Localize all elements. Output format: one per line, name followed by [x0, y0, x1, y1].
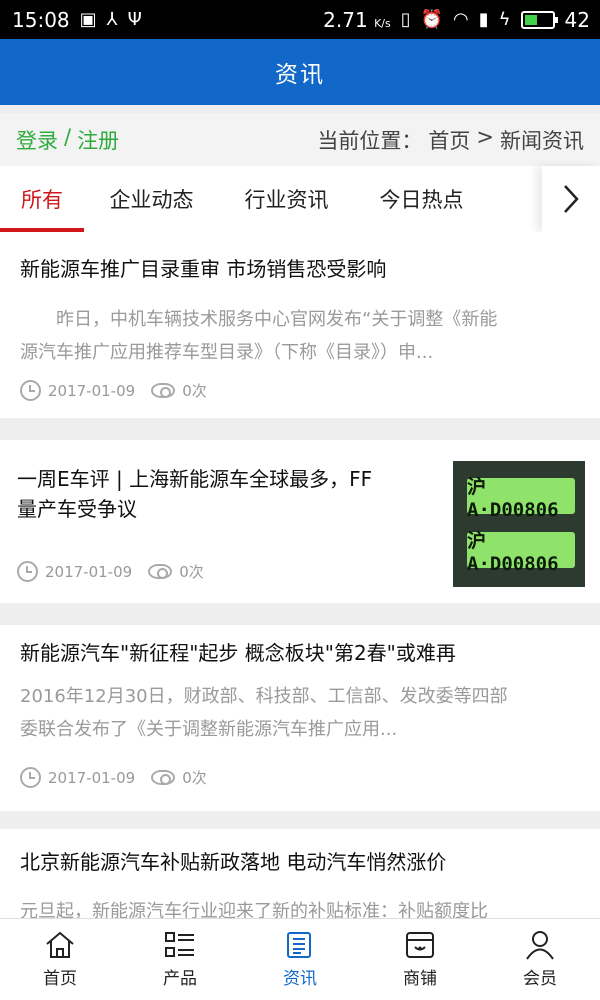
nav-label: 产品: [163, 969, 197, 989]
nav-news[interactable]: 资讯: [240, 919, 360, 1000]
article-views: 0次: [182, 769, 207, 787]
clock-icon: [20, 380, 41, 401]
nav-member[interactable]: 会员: [480, 919, 600, 1000]
article-thumbnail: 沪A·D00806 沪A·D00806: [453, 461, 585, 587]
tabs-more-button[interactable]: [542, 166, 600, 232]
network-speed-value: 2.71: [323, 7, 368, 32]
article-summary-line: 昨日，中机车辆技术服务中心官网发布“关于调整《新能: [20, 309, 498, 330]
status-bar: 15:08 ▣ ⅄ Ψ 2.71 K/s ▯ ⏰ ◠ ▮ ϟ 42: [0, 0, 600, 39]
article-list: 新能源车推广目录重审 市场销售恐受影响 昨日，中机车辆技术服务中心官网发布“关于…: [0, 232, 600, 918]
login-separator: /: [64, 124, 72, 149]
eye-icon: [148, 564, 173, 579]
article-title: 新能源车推广目录重审 市场销售恐受影响: [20, 257, 387, 281]
bottom-nav: 首页 产品 资讯 商铺 会员: [0, 918, 600, 1000]
page-title: 资讯: [275, 62, 325, 88]
article-card[interactable]: 新能源汽车"新征程"起步 概念板块"第2春"或难再 2016年12月30日，财政…: [0, 625, 600, 811]
tab-all[interactable]: 所有: [0, 166, 84, 232]
tab-company-news[interactable]: 企业动态: [84, 166, 219, 232]
status-time: 15:08: [12, 7, 70, 32]
nav-label: 商铺: [403, 969, 437, 989]
home-icon: [44, 930, 76, 960]
article-meta: 2017-01-09 0次: [17, 561, 204, 582]
nav-label: 首页: [43, 969, 77, 989]
clock-icon: [20, 767, 41, 788]
login-register: 登录 / 注册: [16, 125, 119, 155]
usb-icon: Ψ: [127, 8, 142, 30]
eye-icon: [151, 770, 176, 785]
article-card[interactable]: 新能源车推广目录重审 市场销售恐受影响 昨日，中机车辆技术服务中心官网发布“关于…: [0, 232, 600, 418]
wifi-icon: ◠: [453, 8, 469, 30]
login-link[interactable]: 登录: [16, 125, 58, 155]
article-card[interactable]: 一周E车评 | 上海新能源车全球最多，FF 量产车受争议 2017-01-09 …: [0, 440, 600, 603]
nav-store[interactable]: 商铺: [360, 919, 480, 1000]
list-icon: [164, 930, 196, 960]
article-summary: 元旦起，新能源汽车行业迎来了新的补贴标准：补贴额度比: [20, 895, 582, 918]
article-views: 0次: [182, 382, 207, 400]
article-summary-line: 源汽车推广应用推荐车型目录》（下称《目录》）申...: [20, 342, 434, 363]
register-link[interactable]: 注册: [77, 125, 119, 155]
nav-products[interactable]: 产品: [120, 919, 240, 1000]
article-date: 2017-01-09: [45, 562, 133, 581]
tab-industry-news[interactable]: 行业资讯: [219, 166, 354, 232]
category-tabs: 所有 企业动态 行业资讯 今日热点: [0, 166, 600, 232]
article-summary-line: 元旦起，新能源汽车行业迎来了新的补贴标准：补贴额度比: [20, 901, 488, 918]
breadcrumb-home[interactable]: 首页: [428, 125, 470, 155]
image-icon: ▣: [79, 8, 97, 30]
battery-icon: [520, 10, 558, 29]
breadcrumb: 当前位置： 首页 > 新闻资讯: [317, 125, 584, 155]
article-date: 2017-01-09: [48, 381, 136, 400]
article-date: 2017-01-09: [48, 768, 136, 787]
nav-home[interactable]: 首页: [0, 919, 120, 1000]
app-header: 资讯: [0, 39, 600, 105]
license-plate: 沪A·D00806: [467, 476, 575, 521]
breadcrumb-label: 当前位置：: [317, 128, 423, 153]
article-meta: 2017-01-09 0次: [20, 767, 207, 788]
article-card[interactable]: 北京新能源汽车补贴新政落地 电动汽车悄然涨价 元旦起，新能源汽车行业迎来了新的补…: [0, 829, 600, 918]
article-title: 新能源汽车"新征程"起步 概念板块"第2春"或难再: [20, 641, 456, 665]
article-title: 北京新能源汽车补贴新政落地 电动汽车悄然涨价: [20, 850, 447, 874]
article-title-line: 量产车受争议: [17, 497, 137, 521]
login-breadcrumb-bar: 登录 / 注册 当前位置： 首页 > 新闻资讯: [0, 113, 600, 166]
article-title: 一周E车评 | 上海新能源车全球最多，FF 量产车受争议: [17, 464, 440, 524]
article-summary-line: 委联合发布了《关于调整新能源汽车推广应用...: [20, 719, 398, 740]
article-meta: 2017-01-09 0次: [20, 380, 207, 401]
license-plate: 沪A·D00806: [467, 530, 575, 575]
breadcrumb-separator: >: [476, 124, 494, 149]
network-speed-unit: K/s: [374, 16, 391, 30]
charging-icon: ϟ: [498, 8, 511, 30]
nav-label: 资讯: [283, 969, 317, 989]
network-speed: 2.71 K/s: [323, 8, 391, 32]
share-icon: ⅄: [106, 8, 118, 30]
article-summary: 2016年12月30日，财政部、科技部、工信部、发改委等四部 委联合发布了《关于…: [20, 680, 582, 746]
tab-today-hot[interactable]: 今日热点: [354, 166, 489, 232]
clock-icon: [17, 561, 38, 582]
article-summary: 昨日，中机车辆技术服务中心官网发布“关于调整《新能 源汽车推广应用推荐车型目录》…: [20, 303, 582, 369]
battery-level: 42: [564, 7, 590, 32]
vibrate-icon: ▯: [400, 8, 411, 30]
nav-label: 会员: [523, 969, 557, 989]
breadcrumb-current: 新闻资讯: [500, 128, 584, 153]
chevron-right-icon: [564, 185, 579, 213]
article-title-line: 一周E车评 | 上海新能源车全球最多，FF: [17, 467, 373, 491]
signal-icon: ▮: [478, 8, 489, 30]
article-summary-line: 2016年12月30日，财政部、科技部、工信部、发改委等四部: [20, 686, 508, 707]
article-views: 0次: [179, 563, 204, 581]
member-icon: [524, 930, 556, 960]
news-icon: [284, 930, 316, 960]
eye-icon: [151, 383, 176, 398]
store-icon: [404, 930, 436, 960]
alarm-icon: ⏰: [420, 8, 444, 30]
